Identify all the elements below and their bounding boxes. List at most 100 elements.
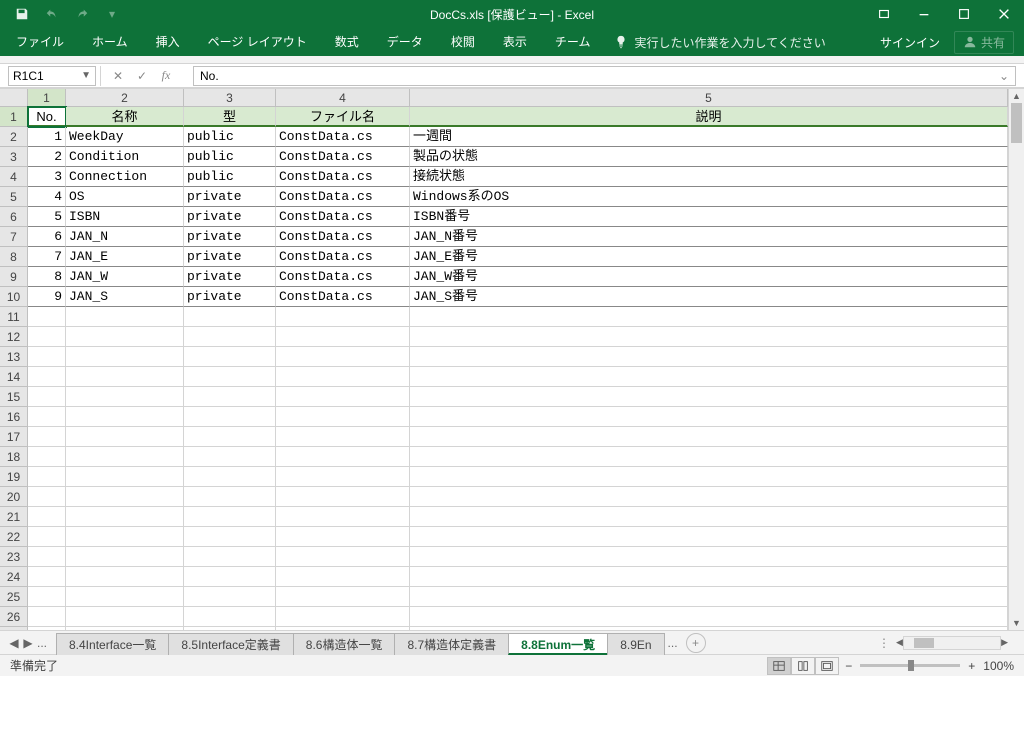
cell[interactable]	[184, 367, 276, 387]
tab-insert[interactable]: 挿入	[142, 28, 194, 56]
cell[interactable]: 2	[28, 147, 66, 167]
cell[interactable]	[66, 367, 184, 387]
column-headers[interactable]: 12345	[28, 89, 1024, 107]
tab-file[interactable]: ファイル	[2, 28, 78, 56]
hscroll-thumb[interactable]	[914, 638, 934, 648]
cell[interactable]	[184, 447, 276, 467]
cell[interactable]	[184, 487, 276, 507]
cell[interactable]	[184, 547, 276, 567]
column-header[interactable]: 4	[276, 89, 410, 107]
row-header[interactable]: 10	[0, 287, 28, 307]
cell[interactable]: 接続状態	[410, 167, 1008, 187]
cell[interactable]: Windows系のOS	[410, 187, 1008, 207]
name-box[interactable]: R1C1 ▼	[8, 66, 96, 86]
close-button[interactable]	[984, 0, 1024, 28]
cell[interactable]: 説明	[410, 107, 1008, 127]
cell[interactable]	[276, 547, 410, 567]
cell[interactable]: ConstData.cs	[276, 227, 410, 247]
tab-view[interactable]: 表示	[489, 28, 541, 56]
column-header[interactable]: 2	[66, 89, 184, 107]
cell[interactable]: 1	[28, 127, 66, 147]
cell[interactable]	[66, 527, 184, 547]
cell[interactable]	[410, 607, 1008, 627]
cell[interactable]	[410, 527, 1008, 547]
cell[interactable]	[28, 567, 66, 587]
cell[interactable]: ConstData.cs	[276, 127, 410, 147]
save-button[interactable]	[8, 2, 36, 26]
cell[interactable]	[66, 487, 184, 507]
row-header[interactable]: 14	[0, 367, 28, 387]
sheet-tab[interactable]: 8.4Interface一覧	[56, 633, 169, 655]
cell[interactable]: JAN_W	[66, 267, 184, 287]
cell[interactable]: ConstData.cs	[276, 187, 410, 207]
cell[interactable]: JAN_S番号	[410, 287, 1008, 307]
cell[interactable]: JAN_S	[66, 287, 184, 307]
tab-review[interactable]: 校閲	[437, 28, 489, 56]
cell[interactable]	[410, 487, 1008, 507]
cell[interactable]	[184, 527, 276, 547]
row-header[interactable]: 5	[0, 187, 28, 207]
cell[interactable]	[184, 607, 276, 627]
sheet-tab[interactable]: 8.9En	[607, 633, 664, 655]
cell[interactable]	[276, 327, 410, 347]
column-header[interactable]: 1	[28, 89, 66, 107]
row-header[interactable]: 13	[0, 347, 28, 367]
cell[interactable]	[66, 547, 184, 567]
cell[interactable]: JAN_E	[66, 247, 184, 267]
cell[interactable]	[276, 507, 410, 527]
row-header[interactable]: 6	[0, 207, 28, 227]
cell[interactable]: private	[184, 187, 276, 207]
cell[interactable]	[184, 347, 276, 367]
cell[interactable]	[184, 327, 276, 347]
cell[interactable]	[66, 387, 184, 407]
sheet-overflow[interactable]: ...	[668, 636, 678, 650]
cell[interactable]	[184, 307, 276, 327]
row-header[interactable]: 2	[0, 127, 28, 147]
cell[interactable]: private	[184, 227, 276, 247]
hscroll-right-icon[interactable]: ▶	[1001, 637, 1008, 648]
cell[interactable]	[276, 407, 410, 427]
sheet-nav-next-icon[interactable]: ▶	[22, 636, 34, 650]
cell[interactable]: private	[184, 287, 276, 307]
cell[interactable]: ISBN番号	[410, 207, 1008, 227]
sheet-tab[interactable]: 8.6構造体一覧	[293, 633, 396, 655]
vertical-scrollbar[interactable]: ▲ ▼	[1008, 89, 1024, 630]
cell[interactable]	[66, 607, 184, 627]
column-header[interactable]: 3	[184, 89, 276, 107]
tab-formulas[interactable]: 数式	[321, 28, 373, 56]
cell[interactable]	[28, 467, 66, 487]
cell[interactable]: 4	[28, 187, 66, 207]
zoom-slider[interactable]	[860, 664, 960, 667]
cell[interactable]	[184, 567, 276, 587]
tab-team[interactable]: チーム	[541, 28, 605, 56]
cell[interactable]	[184, 387, 276, 407]
cell[interactable]: ConstData.cs	[276, 147, 410, 167]
cell[interactable]	[28, 427, 66, 447]
cell[interactable]: private	[184, 267, 276, 287]
cell[interactable]	[28, 607, 66, 627]
cell[interactable]	[184, 587, 276, 607]
page-layout-view-button[interactable]	[791, 657, 815, 675]
row-header[interactable]: 24	[0, 567, 28, 587]
row-header[interactable]: 11	[0, 307, 28, 327]
cell[interactable]: JAN_N番号	[410, 227, 1008, 247]
insert-function-button[interactable]: fx	[155, 68, 177, 83]
row-header[interactable]: 19	[0, 467, 28, 487]
cell[interactable]: 型	[184, 107, 276, 127]
cell[interactable]	[28, 327, 66, 347]
cell[interactable]	[276, 447, 410, 467]
cell[interactable]: ConstData.cs	[276, 167, 410, 187]
cell[interactable]: No.	[28, 107, 66, 127]
cell[interactable]: 5	[28, 207, 66, 227]
cell[interactable]	[66, 467, 184, 487]
cell[interactable]	[410, 567, 1008, 587]
sheet-nav[interactable]: ◀ ▶ ...	[0, 636, 56, 650]
cell[interactable]	[184, 427, 276, 447]
enter-formula-button[interactable]: ✓	[131, 69, 153, 83]
cell[interactable]: private	[184, 247, 276, 267]
cell[interactable]: 製品の状態	[410, 147, 1008, 167]
zoom-in-button[interactable]: +	[968, 659, 975, 673]
cell[interactable]	[410, 407, 1008, 427]
cell[interactable]	[28, 367, 66, 387]
cell[interactable]	[276, 467, 410, 487]
